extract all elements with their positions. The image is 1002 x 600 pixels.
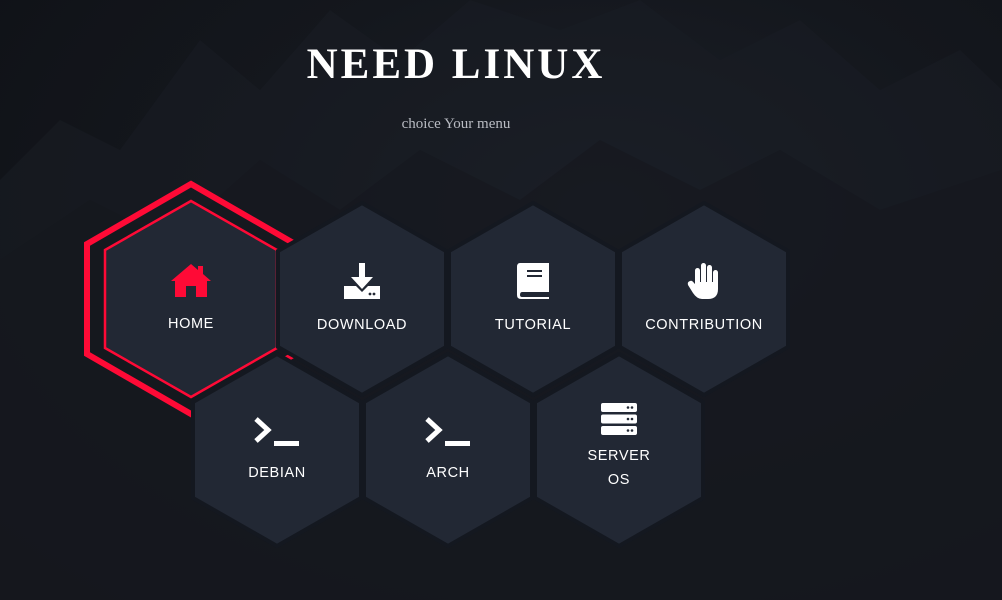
home-icon	[171, 263, 211, 297]
book-icon	[517, 262, 549, 299]
menu-label-arch: ARCH	[426, 464, 470, 481]
terminal-icon	[254, 416, 299, 446]
menu-item-server-os[interactable]: SERVER OS	[533, 352, 705, 548]
download-icon	[344, 262, 380, 299]
page-subtitle: choice Your menu	[401, 116, 511, 132]
menu-label-debian: DEBIAN	[248, 464, 306, 481]
terminal-icon	[425, 416, 470, 446]
menu-label-tutorial: TUTORIAL	[494, 316, 572, 333]
menu-label-contribution: CONTRIBUTION	[645, 316, 763, 333]
menu-item-debian[interactable]: DEBIAN	[191, 352, 363, 548]
menu-label-server-os: SERVER OS	[587, 448, 651, 488]
menu-item-arch[interactable]: ARCH	[362, 352, 534, 548]
hand-icon	[687, 262, 718, 299]
page-title: NEED LINUX	[306, 41, 606, 88]
server-icon	[601, 403, 637, 435]
menu-label-download: DOWNLOAD	[316, 316, 408, 333]
menu-label-home: HOME	[168, 315, 214, 332]
